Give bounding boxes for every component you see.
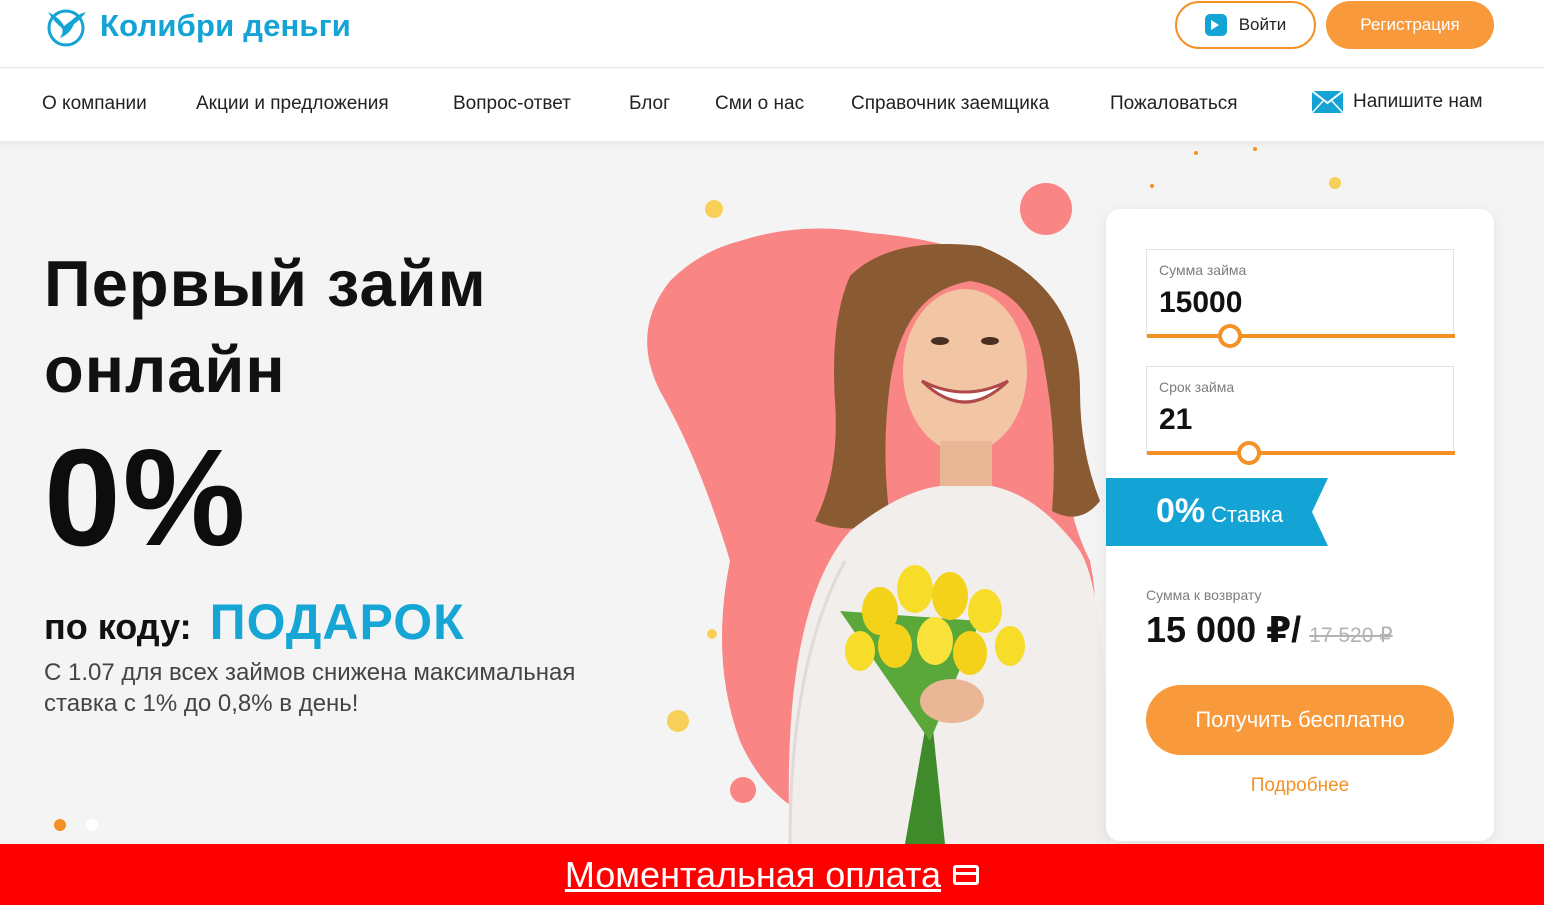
hero-banner: Первый займ онлайн 0% по коду: ПОДАРОК С… [0,141,1544,844]
rate-label: Ставка [1211,502,1284,527]
more-link[interactable]: Подробнее [1106,775,1494,797]
promo-code-value: ПОДАРОК [209,594,465,650]
hero-title: Первый займ онлайн [44,241,604,413]
loan-amount-slider-thumb[interactable] [1218,324,1243,348]
promo-code: по коду: ПОДАРОК [44,593,465,651]
instant-payment-bar: Моментальная оплата [0,844,1544,905]
loan-term-field[interactable]: Срок займа 21 [1146,366,1455,465]
slider-dot-2[interactable] [86,819,98,831]
hero-title-line2: онлайн [44,333,286,406]
logo[interactable]: Колибри деньги [42,4,351,48]
hero-photo [647,228,1110,844]
loan-amount-value[interactable]: 15000 [1159,286,1242,320]
promo-code-label: по коду: [44,606,192,647]
slider-dot-1[interactable] [54,819,66,831]
return-label: Сумма к возврату [1146,587,1262,603]
hero-title-line1: Первый займ [44,247,487,320]
login-button[interactable]: Войти [1175,1,1316,49]
mail-icon [1312,91,1343,113]
hero-note: С 1.07 для всех займов снижена максималь… [44,659,576,717]
loan-term-value[interactable]: 21 [1159,403,1192,437]
loan-amount-label: Сумма займа [1159,262,1247,278]
return-value: 15 000 ₽/ [1146,609,1302,650]
loan-amount-field[interactable]: Сумма займа 15000 [1146,249,1455,348]
login-label: Войти [1238,15,1287,34]
contact-label: Напишите нам [1353,91,1483,112]
return-amount: 15 000 ₽/ 17 520 ₽ [1146,609,1393,651]
nav-item-blog[interactable]: Блог [629,93,670,115]
rate-ribbon: 0% Ставка [1106,478,1330,546]
get-loan-button[interactable]: Получить бесплатно [1146,685,1454,755]
hero-percent: 0% [44,421,248,575]
hummingbird-logo-icon [47,9,86,47]
login-arrow-icon [1204,14,1227,36]
loan-calculator: Сумма займа 15000 Срок займа 21 0% Ставк… [1106,209,1494,841]
loan-term-slider-thumb[interactable] [1236,441,1261,465]
nav-item-faq[interactable]: Вопрос-ответ [453,93,571,115]
rate-value: 0% [1156,492,1206,530]
instant-payment-link[interactable]: Моментальная оплата [565,854,941,896]
nav-item-promotions[interactable]: Акции и предложения [196,93,389,115]
loan-term-slider[interactable] [1147,451,1455,455]
main-nav: О компании Акции и предложения Вопрос-от… [0,69,1544,141]
rate-text: 0% Ставка [1156,492,1283,531]
nav-item-guide[interactable]: Справочник заемщика [851,93,1049,115]
loan-term-label: Срок займа [1159,379,1235,395]
nav-item-complain[interactable]: Пожаловаться [1110,93,1238,115]
logo-text: Колибри деньги [100,8,352,43]
card-icon [953,864,980,885]
contact-link[interactable]: Напишите нам [1312,91,1483,113]
top-bar: Колибри деньги Войти Регистрация [0,0,1544,68]
loan-amount-slider[interactable] [1147,334,1455,338]
return-old-value: 17 520 ₽ [1309,624,1393,647]
nav-item-about[interactable]: О компании [42,93,147,115]
register-button[interactable]: Регистрация [1326,1,1494,49]
nav-item-press[interactable]: Сми о нас [715,93,804,115]
